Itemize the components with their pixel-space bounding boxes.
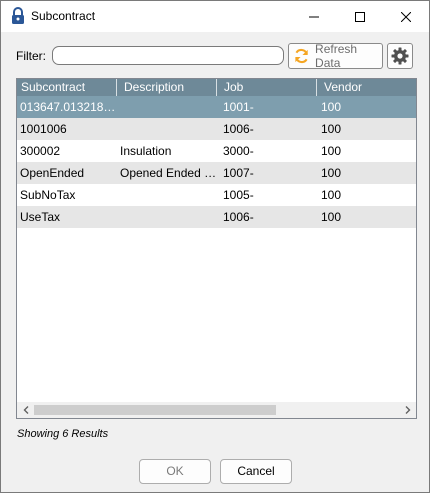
chevron-right-icon <box>405 406 410 414</box>
cell-vendor: 100 <box>321 144 342 158</box>
gear-icon <box>391 47 409 65</box>
refresh-data-label: Refresh Data <box>315 42 358 70</box>
cell-vendor: 100 <box>321 210 342 224</box>
cell-subcontract: OpenEnded <box>20 166 85 180</box>
scroll-right-button[interactable] <box>399 402 416 418</box>
column-header-subcontract[interactable]: Subcontract <box>17 79 117 96</box>
close-button[interactable] <box>383 1 429 32</box>
cell-vendor: 100 <box>321 188 342 202</box>
cell-description: Insulation <box>120 144 172 158</box>
cell-description <box>117 206 217 228</box>
close-icon <box>401 11 411 22</box>
cell-job: 1005- <box>223 188 254 202</box>
scroll-left-button[interactable] <box>17 402 34 418</box>
cell-job: 1007- <box>223 166 254 180</box>
table-row[interactable]: UseTax 1006- 100 <box>17 206 416 228</box>
cancel-button[interactable]: Cancel <box>220 459 292 484</box>
table-row[interactable]: 013647.013218-F... 1001- 100 <box>17 96 416 118</box>
cell-description <box>117 96 217 118</box>
cell-job: 1006- <box>223 122 254 136</box>
subcontract-grid: Subcontract Description Job Vendor 01364… <box>16 78 417 419</box>
cell-subcontract: UseTax <box>20 210 61 224</box>
refresh-icon <box>295 48 308 64</box>
cell-job: 3000- <box>223 144 254 158</box>
column-header-description[interactable]: Description <box>120 79 217 96</box>
horizontal-scrollbar[interactable] <box>17 402 416 418</box>
cell-job: 1001- <box>223 100 254 114</box>
cell-vendor: 100 <box>321 166 342 180</box>
table-row[interactable]: OpenEnded Opened Ended s... 1007- 100 <box>17 162 416 184</box>
chevron-left-icon <box>23 406 28 414</box>
minimize-icon <box>309 16 319 17</box>
cell-vendor: 100 <box>321 100 342 114</box>
scrollbar-thumb[interactable] <box>34 405 276 415</box>
maximize-icon <box>355 11 365 22</box>
column-header-vendor[interactable]: Vendor <box>320 79 416 96</box>
cell-description: Opened Ended s... <box>120 166 217 180</box>
table-row[interactable]: 300002 Insulation 3000- 100 <box>17 140 416 162</box>
minimize-button[interactable] <box>291 1 337 32</box>
column-header-job[interactable]: Job <box>220 79 317 96</box>
settings-button[interactable] <box>387 43 413 69</box>
title-bar: Subcontract <box>1 1 429 32</box>
subcontract-dialog: Subcontract Filter: Refresh Data Subcont… <box>0 0 430 493</box>
maximize-button[interactable] <box>337 1 383 32</box>
cell-subcontract: SubNoTax <box>20 188 76 202</box>
results-count-status: Showing 6 Results <box>17 428 109 440</box>
cell-subcontract: 300002 <box>20 144 61 158</box>
cell-job: 1006- <box>223 210 254 224</box>
cell-description <box>117 184 217 206</box>
table-row[interactable]: 1001006 1006- 100 <box>17 118 416 140</box>
grid-header: Subcontract Description Job Vendor <box>17 79 416 96</box>
filter-input[interactable] <box>52 46 284 65</box>
cell-subcontract: 013647.013218-F... <box>20 100 117 114</box>
cell-subcontract: 1001006 <box>20 122 67 136</box>
filter-label: Filter: <box>16 49 46 63</box>
refresh-data-button[interactable]: Refresh Data <box>288 42 383 70</box>
ok-button[interactable]: OK <box>139 459 211 484</box>
cell-description <box>117 118 217 140</box>
cell-vendor: 100 <box>321 122 342 136</box>
lock-icon <box>12 7 24 24</box>
table-row[interactable]: SubNoTax 1005- 100 <box>17 184 416 206</box>
window-title: Subcontract <box>31 9 96 23</box>
